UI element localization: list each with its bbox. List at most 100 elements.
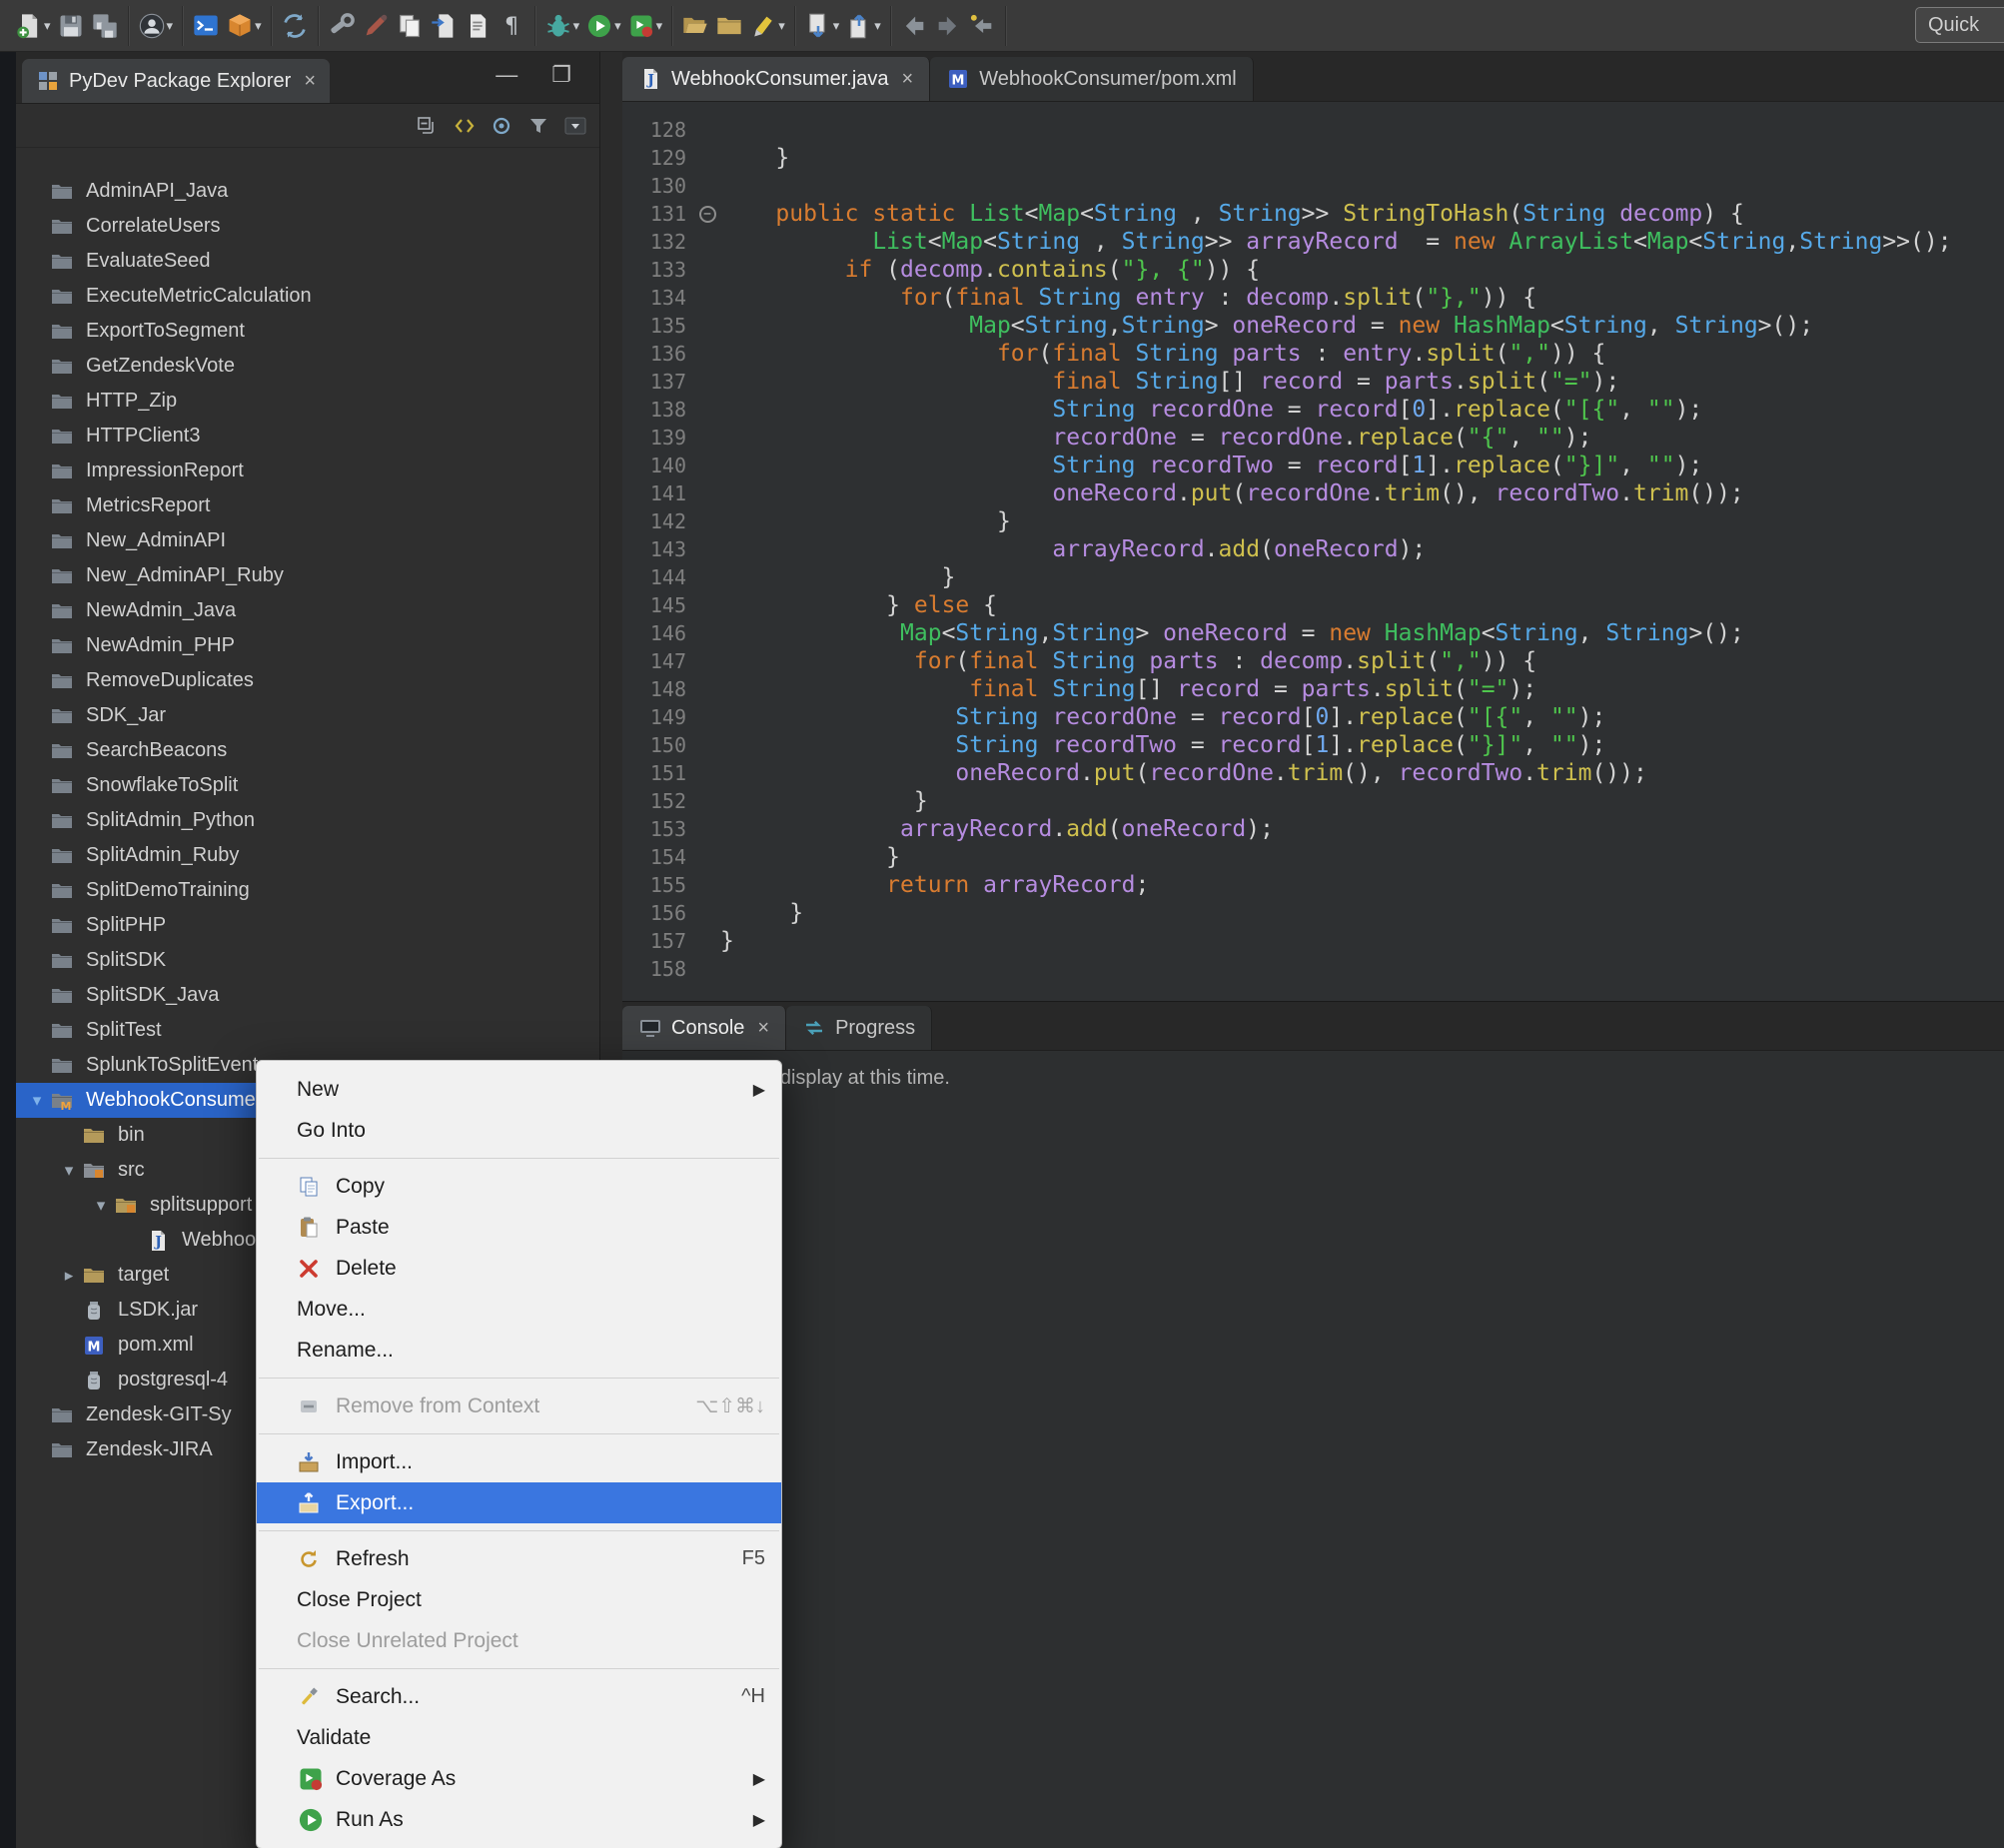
menu-item-run-as[interactable]: Run As▶ [257,1799,781,1840]
code-line[interactable]: 153 arrayRecord.add(oneRecord); [622,815,2004,843]
code-line[interactable]: 129 } [622,144,2004,172]
dropdown-caret-icon[interactable]: ▾ [874,18,881,34]
tree-item-snowflaketosplit[interactable]: SnowflakeToSplit [16,768,599,803]
tree-item-splitsdk-java[interactable]: SplitSDK_Java [16,978,599,1013]
code-line[interactable]: 132 List<Map<String , String>> arrayReco… [622,228,2004,256]
code-line[interactable]: 139 recordOne = recordOne.replace("{", "… [622,424,2004,452]
minimize-button[interactable]: — [496,62,517,88]
code-line[interactable]: 141 oneRecord.put(recordOne.trim(), reco… [622,479,2004,507]
code-line[interactable]: 150 String recordTwo = record[1].replace… [622,731,2004,759]
code-line[interactable]: 140 String recordTwo = record[1].replace… [622,452,2004,479]
code-line[interactable]: 148 final String[] record = parts.split(… [622,675,2004,703]
import-file-icon[interactable] [430,12,458,40]
menu-item-move[interactable]: Move... [257,1289,781,1330]
menu-item-copy[interactable]: Copy [257,1166,781,1207]
focus-tasks-icon[interactable] [490,114,513,138]
coverage-icon[interactable]: ▾ [627,12,663,40]
view-menu-icon[interactable] [563,114,587,138]
menu-item-close-project[interactable]: Close Project [257,1579,781,1620]
code-line[interactable]: 134 for(final String entry : decomp.spli… [622,284,2004,312]
save-icon[interactable] [57,12,85,40]
tree-item-correlateusers[interactable]: CorrelateUsers [16,209,599,244]
code-line[interactable]: 130 [622,172,2004,200]
marker-icon[interactable]: ▾ [749,12,785,40]
tree-item-sdk-jar[interactable]: SDK_Jar [16,698,599,733]
menu-item-go-into[interactable]: Go Into [257,1110,781,1151]
menu-item-delete[interactable]: Delete [257,1248,781,1289]
code-line[interactable]: 147 for(final String parts : decomp.spli… [622,647,2004,675]
tree-item-metricsreport[interactable]: MetricsReport [16,488,599,523]
menu-item-search[interactable]: Search...^H [257,1676,781,1717]
tree-item-searchbeacons[interactable]: SearchBeacons [16,733,599,768]
tree-item-new-adminapi[interactable]: New_AdminAPI [16,523,599,558]
external-tools-icon[interactable] [328,12,356,40]
tree-item-executemetriccalculation[interactable]: ExecuteMetricCalculation [16,279,599,314]
tree-item-impressionreport[interactable]: ImpressionReport [16,454,599,488]
tree-item-exporttosegment[interactable]: ExportToSegment [16,314,599,349]
folder-tb-icon[interactable] [715,12,743,40]
forward-nav-icon[interactable] [934,12,962,40]
user-profile-icon[interactable]: ▾ [138,12,174,40]
open-folder-icon[interactable] [681,12,709,40]
tree-item-splitdemotraining[interactable]: SplitDemoTraining [16,873,599,908]
menu-item-import[interactable]: Import... [257,1441,781,1482]
menu-item-new[interactable]: New▶ [257,1069,781,1110]
twisty-down-icon[interactable]: ▾ [56,1161,82,1181]
code-line[interactable]: 138 String recordOne = record[0].replace… [622,396,2004,424]
code-line[interactable]: 152 } [622,787,2004,815]
editor-tab-webhookconsumer-java[interactable]: JWebhookConsumer.java× [622,57,930,101]
code-line[interactable]: 137 final String[] record = parts.split(… [622,368,2004,396]
tree-item-new-adminapi-ruby[interactable]: New_AdminAPI_Ruby [16,558,599,593]
save-all-icon[interactable] [91,12,119,40]
team-sync-icon[interactable] [281,12,309,40]
code-line[interactable]: 136 for(final String parts : entry.split… [622,340,2004,368]
collapse-marker-icon[interactable]: − [699,206,716,223]
code-line[interactable]: 144 } [622,563,2004,591]
code-line[interactable]: 158 [622,955,2004,983]
pencil-icon[interactable] [362,12,390,40]
code-line[interactable]: 155 return arrayRecord; [622,871,2004,899]
tree-item-splitsdk[interactable]: SplitSDK [16,943,599,978]
close-icon[interactable]: × [902,68,914,91]
code-line[interactable]: 131− public static List<Map<String , Str… [622,200,2004,228]
code-line[interactable]: 133 if (decomp.contains("}, {")) { [622,256,2004,284]
new-wizard-icon[interactable]: ▾ [15,12,51,40]
menu-item-close-unrelated-project[interactable]: Close Unrelated Project [257,1620,781,1661]
tree-item-http-zip[interactable]: HTTP_Zip [16,384,599,419]
twisty-down-icon[interactable]: ▾ [24,1091,50,1111]
menu-item-paste[interactable]: Paste [257,1207,781,1248]
close-icon[interactable]: × [757,1017,769,1040]
bottom-tab-progress[interactable]: Progress [786,1006,932,1050]
tree-item-newadmin-java[interactable]: NewAdmin_Java [16,593,599,628]
pilcrow-icon[interactable]: ¶ [498,12,525,40]
tree-item-removeduplicates[interactable]: RemoveDuplicates [16,663,599,698]
copy-pages-icon[interactable] [396,12,424,40]
dropdown-caret-icon[interactable]: ▾ [656,18,663,34]
tree-item-httpclient3[interactable]: HTTPClient3 [16,419,599,454]
code-line[interactable]: 156 } [622,899,2004,927]
tree-item-splitadmin-python[interactable]: SplitAdmin_Python [16,803,599,838]
java-package-icon[interactable]: ▾ [226,12,262,40]
collapse-all-icon[interactable] [416,114,440,138]
tree-item-splittest[interactable]: SplitTest [16,1013,599,1048]
quick-access-input[interactable]: Quick [1915,7,2004,43]
menu-item-refresh[interactable]: RefreshF5 [257,1538,781,1579]
link-with-editor-icon[interactable] [453,114,477,138]
dropdown-caret-icon[interactable]: ▾ [614,18,621,34]
code-line[interactable]: 143 arrayRecord.add(oneRecord); [622,535,2004,563]
twisty-down-icon[interactable]: ▾ [88,1196,114,1216]
bottom-tab-console[interactable]: Console× [622,1006,786,1050]
code-line[interactable]: 145 } else { [622,591,2004,619]
code-line[interactable]: 128 [622,116,2004,144]
dropdown-caret-icon[interactable]: ▾ [167,18,174,34]
code-line[interactable]: 149 String recordOne = record[0].replace… [622,703,2004,731]
menu-item-export[interactable]: Export... [257,1482,781,1523]
dropdown-caret-icon[interactable]: ▾ [778,18,785,34]
maximize-button[interactable]: ❐ [551,62,571,88]
preview-doc-icon[interactable] [464,12,492,40]
code-line[interactable]: 146 Map<String,String> oneRecord = new H… [622,619,2004,647]
code-line[interactable]: 135 Map<String,String> oneRecord = new H… [622,312,2004,340]
tree-item-splitadmin-ruby[interactable]: SplitAdmin_Ruby [16,838,599,873]
tree-item-splitphp[interactable]: SplitPHP [16,908,599,943]
close-icon[interactable]: × [304,70,316,93]
